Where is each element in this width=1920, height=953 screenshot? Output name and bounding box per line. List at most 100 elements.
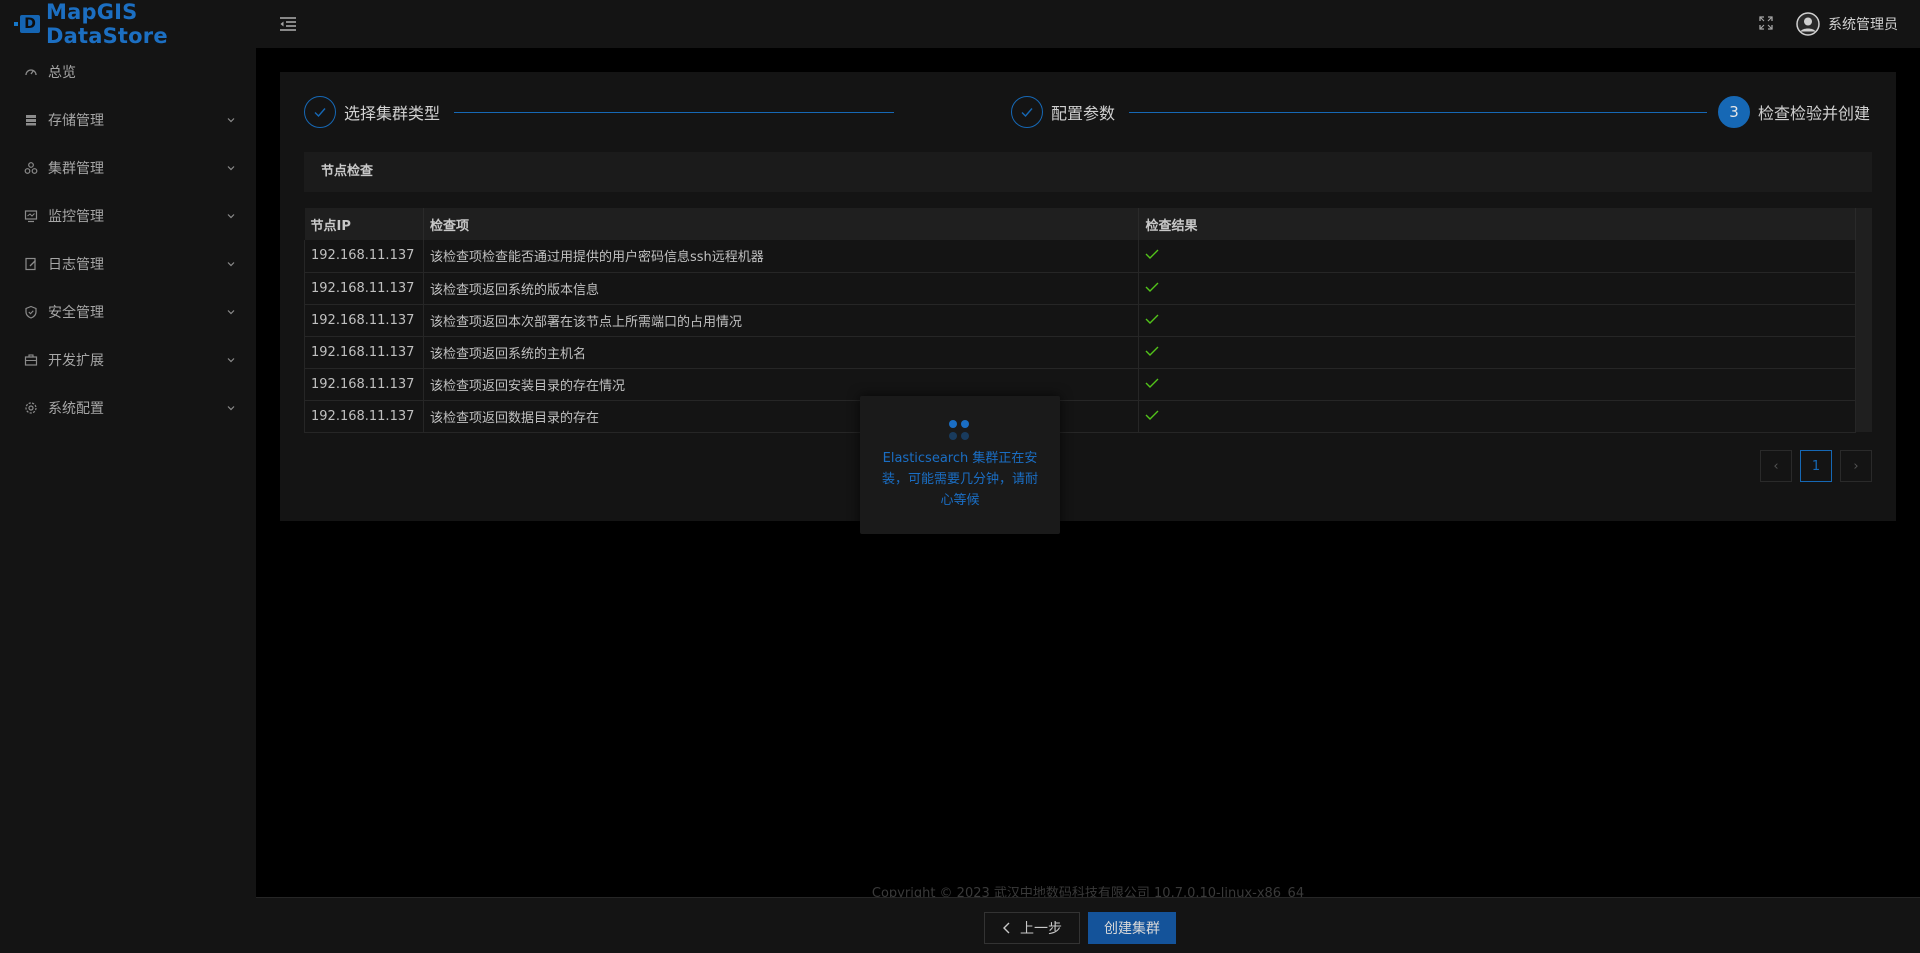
- sidebar-item-log[interactable]: 日志管理: [0, 240, 256, 288]
- sidebar-item-system-config[interactable]: 系统配置: [0, 384, 256, 432]
- sidebar-item-label: 总览: [48, 65, 76, 81]
- sidebar-item-monitor[interactable]: 监控管理: [0, 192, 256, 240]
- step-title: 选择集群类型: [344, 104, 441, 123]
- table-row[interactable]: 192.168.11.137 该检查项返回系统的主机名: [304, 336, 1872, 369]
- cell-ip: 192.168.11.137: [304, 272, 424, 305]
- toolbox-icon: [24, 353, 38, 367]
- sidebar-item-label: 系统配置: [48, 401, 104, 417]
- chevron-left-icon: [1002, 922, 1012, 934]
- sidebar-item-security[interactable]: 安全管理: [0, 288, 256, 336]
- step-connector: [454, 112, 894, 113]
- check-mark-icon: [1145, 409, 1159, 420]
- pagination-prev-button[interactable]: ‹: [1760, 450, 1792, 482]
- steps-bar: 选择集群类型 配置参数 3 检查检验并创建: [304, 96, 1872, 128]
- chevron-down-icon: [226, 115, 236, 125]
- cell-check-item: 该检查项返回本次部署在该节点上所需端口的占用情况: [423, 304, 1140, 337]
- logo-text: MapGIS DataStore: [46, 0, 168, 48]
- fullscreen-icon[interactable]: [1758, 15, 1774, 31]
- footer-bar: 上一步 创建集群: [256, 897, 1920, 953]
- step-title: 检查检验并创建: [1758, 104, 1871, 123]
- table-row[interactable]: 192.168.11.137 该检查项返回数据目录的存在: [304, 400, 1872, 433]
- cell-check-result: [1138, 240, 1856, 273]
- sidebar-item-label: 开发扩展: [48, 353, 104, 369]
- sidebar-item-dev-extension[interactable]: 开发扩展: [0, 336, 256, 384]
- cell-ip: 192.168.11.137: [304, 240, 424, 273]
- table-row[interactable]: 192.168.11.137 该检查项返回本次部署在该节点上所需端口的占用情况: [304, 304, 1872, 337]
- cell-check-result: [1138, 304, 1856, 337]
- cluster-icon: [24, 161, 38, 175]
- loading-spinner-icon: [949, 420, 971, 442]
- loading-modal: Elasticsearch 集群正在安装，可能需要几分钟，请耐心等候: [860, 396, 1060, 534]
- step-number: 3: [1718, 96, 1750, 128]
- cell-check-result: [1138, 400, 1856, 433]
- cell-check-result: [1138, 336, 1856, 369]
- sidebar-item-storage[interactable]: 存储管理: [0, 96, 256, 144]
- check-mark-icon: [1145, 313, 1159, 324]
- cell-check-result: [1138, 368, 1856, 401]
- scrollbar-track[interactable]: [1855, 400, 1872, 432]
- previous-step-button[interactable]: 上一步: [984, 912, 1080, 944]
- loading-message: Elasticsearch 集群正在安装，可能需要几分钟，请耐心等候: [881, 451, 1038, 508]
- table-row[interactable]: 192.168.11.137 该检查项返回安装目录的存在情况: [304, 368, 1872, 401]
- scrollbar-track[interactable]: [1855, 368, 1872, 400]
- step-configure-params[interactable]: 配置参数: [1011, 96, 1115, 128]
- step-title: 配置参数: [1051, 104, 1116, 123]
- check-icon: [304, 96, 336, 128]
- sidebar: D MapGIS DataStore 总览 存储管理 集群管理 监控管理 日志管…: [0, 0, 256, 953]
- scrollbar-track[interactable]: [1855, 240, 1872, 272]
- cell-ip: 192.168.11.137: [304, 368, 424, 401]
- scrollbar-track[interactable]: [1855, 304, 1872, 336]
- app-logo[interactable]: D MapGIS DataStore: [0, 0, 256, 48]
- column-header-ip[interactable]: 节点IP: [304, 208, 424, 240]
- storage-icon: [24, 113, 38, 127]
- table-row[interactable]: 192.168.11.137 该检查项返回系统的版本信息: [304, 272, 1872, 305]
- chevron-down-icon: [226, 211, 236, 221]
- step-check-and-create[interactable]: 3 检查检验并创建: [1718, 96, 1870, 128]
- node-check-table: 节点IP 检查项 检查结果 192.168.11.137 该检查项检查能否通过用…: [304, 208, 1872, 433]
- sidebar-item-label: 集群管理: [48, 161, 104, 177]
- cell-check-result: [1138, 272, 1856, 305]
- user-name: 系统管理员: [1828, 17, 1898, 33]
- chevron-down-icon: [226, 355, 236, 365]
- scrollbar-track[interactable]: [1855, 272, 1872, 304]
- column-header-check-item[interactable]: 检查项: [423, 208, 1140, 240]
- sidebar-menu: 总览 存储管理 集群管理 监控管理 日志管理 安全管理 开发扩展 系统配置: [0, 48, 256, 432]
- section-title: 节点检查: [304, 152, 1872, 192]
- step-select-cluster-type[interactable]: 选择集群类型: [304, 96, 440, 128]
- chevron-down-icon: [226, 163, 236, 173]
- monitor-icon: [24, 209, 38, 223]
- check-icon: [1011, 96, 1043, 128]
- chevron-down-icon: [226, 259, 236, 269]
- create-cluster-button[interactable]: 创建集群: [1088, 912, 1176, 944]
- cell-check-item: 该检查项返回系统的版本信息: [423, 272, 1140, 305]
- chevron-down-icon: [226, 403, 236, 413]
- log-icon: [24, 257, 38, 271]
- column-header-check-result[interactable]: 检查结果: [1138, 208, 1856, 240]
- dashboard-icon: [24, 65, 38, 79]
- check-mark-icon: [1145, 377, 1159, 388]
- top-header: 系统管理员: [256, 0, 1920, 48]
- avatar-icon: [1796, 12, 1820, 36]
- sidebar-item-label: 存储管理: [48, 113, 104, 129]
- sidebar-item-overview[interactable]: 总览: [0, 48, 256, 96]
- pagination-page-1[interactable]: 1: [1800, 450, 1832, 482]
- menu-fold-icon[interactable]: [278, 14, 298, 34]
- sidebar-item-cluster[interactable]: 集群管理: [0, 144, 256, 192]
- gear-icon: [24, 401, 38, 415]
- cell-check-item: 该检查项检查能否通过用提供的用户密码信息ssh远程机器: [423, 240, 1140, 273]
- cell-ip: 192.168.11.137: [304, 336, 424, 369]
- cell-ip: 192.168.11.137: [304, 400, 424, 433]
- previous-step-label: 上一步: [1020, 921, 1062, 937]
- cell-check-item: 该检查项返回系统的主机名: [423, 336, 1140, 369]
- table-row[interactable]: 192.168.11.137 该检查项检查能否通过用提供的用户密码信息ssh远程…: [304, 240, 1872, 273]
- scrollbar-track[interactable]: [1855, 336, 1872, 368]
- user-menu[interactable]: 系统管理员: [1796, 12, 1898, 36]
- pagination-next-button[interactable]: ›: [1840, 450, 1872, 482]
- cell-ip: 192.168.11.137: [304, 304, 424, 337]
- table-header-row: 节点IP 检查项 检查结果: [304, 208, 1872, 240]
- sidebar-item-label: 监控管理: [48, 209, 104, 225]
- check-mark-icon: [1145, 345, 1159, 356]
- check-mark-icon: [1145, 248, 1159, 260]
- sidebar-item-label: 安全管理: [48, 305, 104, 321]
- step-connector: [1129, 112, 1707, 113]
